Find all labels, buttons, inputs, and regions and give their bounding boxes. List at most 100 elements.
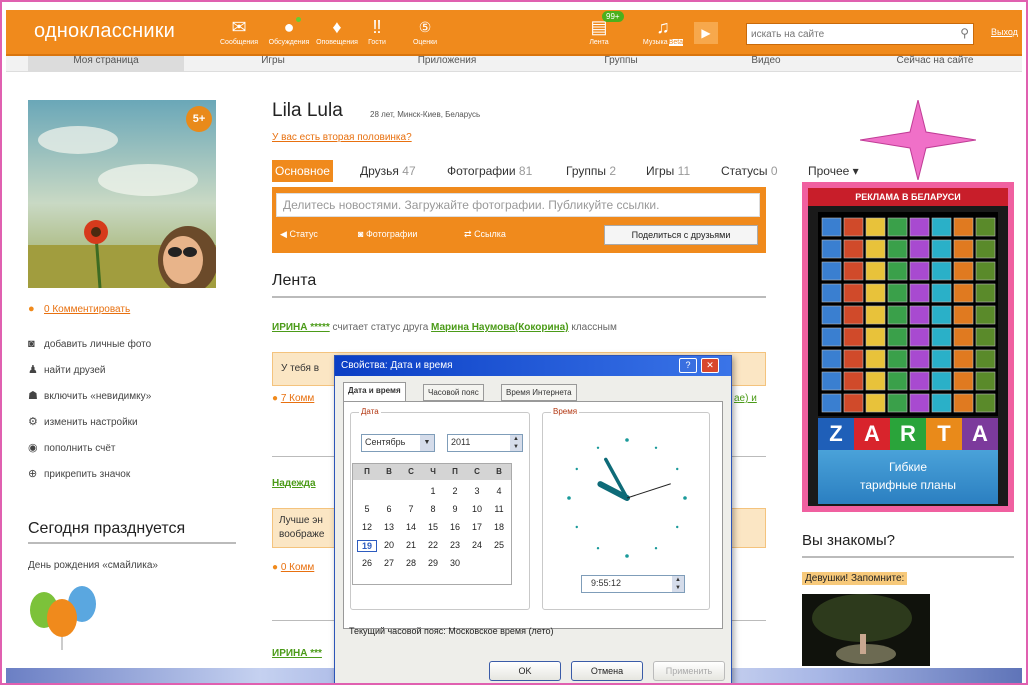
calendar-day[interactable]: 27 bbox=[379, 558, 399, 568]
calendar-day[interactable]: 23 bbox=[445, 540, 465, 550]
play-button[interactable]: ▶ bbox=[694, 22, 718, 44]
ad-banner[interactable]: РЕКЛАМА В БЕЛАРУСИ Z A R T A Гибкие тари… bbox=[802, 182, 1014, 512]
feed-user-link[interactable]: Надежда bbox=[272, 478, 316, 489]
promo-caption[interactable]: Девушки! Запомните: bbox=[802, 572, 908, 585]
clock-tick bbox=[567, 496, 571, 500]
music-button[interactable]: ♫ МузыкаBeta bbox=[638, 15, 688, 46]
calendar-day[interactable]: 8 bbox=[423, 504, 443, 514]
feed-comments-label[interactable]: 7 Комм bbox=[281, 393, 314, 404]
calendar-day[interactable]: 26 bbox=[357, 558, 377, 568]
share-button[interactable]: Поделиться с друзьями bbox=[604, 225, 758, 245]
dialog-title-bar[interactable]: Свойства: Дата и время ? ✕ bbox=[335, 356, 731, 376]
ad-screen-tile bbox=[865, 371, 886, 391]
calendar-day[interactable]: 19 bbox=[357, 540, 377, 552]
calendar-day[interactable]: 17 bbox=[467, 522, 487, 532]
calendar-day[interactable]: 5 bbox=[357, 504, 377, 514]
calendar-day[interactable]: 4 bbox=[489, 486, 509, 496]
action-attach-badge[interactable]: ⊕ прикрепить значок bbox=[28, 467, 130, 480]
feed-user-link[interactable]: ИРИНА ***** bbox=[272, 322, 330, 333]
calendar-day[interactable]: 20 bbox=[379, 540, 399, 550]
dialog-tab-timezone[interactable]: Часовой пояс bbox=[423, 384, 484, 401]
apply-button[interactable]: Применить bbox=[653, 661, 725, 681]
calendar-day[interactable]: 25 bbox=[489, 540, 509, 550]
feed-comments-link[interactable]: ● 7 Комм bbox=[272, 393, 314, 404]
search-icon[interactable]: ⚲ bbox=[960, 26, 969, 40]
calendar-weekday: П bbox=[452, 467, 458, 476]
calendar-day[interactable]: 7 bbox=[401, 504, 421, 514]
nav-tab-my-page[interactable]: Моя страница bbox=[28, 56, 184, 72]
balloons-image[interactable] bbox=[24, 580, 104, 650]
action-invisible[interactable]: ☗ включить «невидимку» bbox=[28, 389, 151, 402]
composer-photos-button[interactable]: ◙ Фотографии bbox=[358, 229, 417, 239]
calendar-day[interactable]: 2 bbox=[445, 486, 465, 496]
relationship-question-link[interactable]: У вас есть вторая половинка? bbox=[272, 132, 412, 143]
composer-input[interactable]: Делитесь новостями. Загружайте фотографи… bbox=[276, 193, 760, 217]
calendar-day[interactable]: 6 bbox=[379, 504, 399, 514]
ad-screen-tile bbox=[843, 327, 864, 347]
search-input[interactable] bbox=[747, 24, 947, 44]
tab-statuses[interactable]: Статусы 0 bbox=[721, 160, 778, 182]
feed-user-link[interactable]: ИРИНА *** bbox=[272, 648, 322, 659]
close-button[interactable]: ✕ bbox=[701, 358, 719, 373]
calendar-day[interactable]: 15 bbox=[423, 522, 443, 532]
calendar-day[interactable]: 28 bbox=[401, 558, 421, 568]
tab-groups[interactable]: Группы 2 bbox=[566, 160, 616, 182]
holiday-text[interactable]: День рождения «смайлика» bbox=[28, 560, 158, 571]
calendar-day[interactable]: 12 bbox=[357, 522, 377, 532]
calendar-day[interactable]: 1 bbox=[423, 486, 443, 496]
nav-tab-video[interactable]: Видео bbox=[686, 56, 846, 72]
year-spinner[interactable]: 2011 ▲ ▼ bbox=[447, 434, 523, 452]
tab-main[interactable]: Основное bbox=[272, 160, 333, 182]
guests-button[interactable]: ‼ Гости bbox=[352, 15, 402, 46]
composer-link-button[interactable]: ⇄ Ссылка bbox=[464, 229, 506, 240]
calendar-day[interactable]: 29 bbox=[423, 558, 443, 568]
action-find-friends[interactable]: ♟ найти друзей bbox=[28, 363, 106, 376]
dialog-tab-internet-time[interactable]: Время Интернета bbox=[501, 384, 577, 401]
comment-link-label[interactable]: 0 Комментировать bbox=[44, 304, 130, 315]
tab-photos[interactable]: Фотографии 81 bbox=[447, 160, 532, 182]
tab-more[interactable]: Прочее ▾ bbox=[808, 160, 859, 182]
feed-button[interactable]: 99+ ▤ Лента bbox=[574, 11, 624, 46]
cancel-button[interactable]: Отмена bbox=[571, 661, 643, 681]
calendar-day[interactable]: 21 bbox=[401, 540, 421, 550]
promo-photo[interactable] bbox=[802, 594, 930, 666]
discussions-button[interactable]: ● Обсуждения bbox=[264, 15, 314, 46]
feed-comments-label[interactable]: 0 Комм bbox=[281, 562, 314, 573]
time-spinner[interactable]: 9:55:12 ▲ ▼ bbox=[581, 575, 685, 593]
calendar-day[interactable]: 24 bbox=[467, 540, 487, 550]
exit-link[interactable]: Выход bbox=[991, 27, 1018, 37]
action-add-photos[interactable]: ◙ добавить личные фото bbox=[28, 338, 151, 350]
tab-friends[interactable]: Друзья 47 bbox=[360, 160, 416, 182]
ok-button[interactable]: OK bbox=[489, 661, 561, 681]
nav-tab-online-now[interactable]: Сейчас на сайте bbox=[850, 56, 1020, 72]
dialog-tab-date-time[interactable]: Дата и время bbox=[343, 382, 406, 402]
composer-status-button[interactable]: ◀ Статус bbox=[280, 229, 318, 240]
calendar-day[interactable]: 14 bbox=[401, 522, 421, 532]
calendar-day[interactable]: 3 bbox=[467, 486, 487, 496]
calendar-day[interactable]: 22 bbox=[423, 540, 443, 550]
calendar-day[interactable]: 11 bbox=[489, 504, 509, 514]
feed-friend-link[interactable]: Марина Наумова(Кокорина) bbox=[431, 322, 569, 333]
ratings-button[interactable]: ⑤ Оценки bbox=[400, 15, 450, 46]
calendar-day[interactable]: 9 bbox=[445, 504, 465, 514]
nav-tab-games[interactable]: Игры bbox=[188, 56, 358, 72]
calendar-day[interactable]: 13 bbox=[379, 522, 399, 532]
nav-tab-groups[interactable]: Группы bbox=[536, 56, 706, 72]
calendar-day[interactable]: 10 bbox=[467, 504, 487, 514]
action-top-up[interactable]: ◉ пополнить счёт bbox=[28, 441, 115, 454]
calendar-day[interactable]: 16 bbox=[445, 522, 465, 532]
avatar-rating-badge[interactable]: 5+ bbox=[186, 106, 212, 132]
action-settings[interactable]: ⚙ изменить настройки bbox=[28, 415, 138, 428]
feed-right-link[interactable]: ae) и bbox=[734, 393, 757, 404]
profile-avatar[interactable]: 5+ bbox=[28, 100, 216, 288]
messages-button[interactable]: ✉ Сообщения bbox=[214, 15, 264, 46]
calendar-day[interactable]: 18 bbox=[489, 522, 509, 532]
help-button[interactable]: ? bbox=[679, 358, 697, 373]
nav-tab-apps[interactable]: Приложения bbox=[362, 56, 532, 72]
month-select[interactable]: Сентябрь ▼ bbox=[361, 434, 435, 452]
calendar-day[interactable]: 30 bbox=[445, 558, 465, 568]
site-logo[interactable]: одноклассники bbox=[34, 20, 175, 43]
comment-link[interactable]: ● 0 Комментировать bbox=[28, 303, 130, 315]
feed-comments-link[interactable]: ● 0 Комм bbox=[272, 562, 314, 573]
tab-games[interactable]: Игры 11 bbox=[646, 160, 690, 182]
